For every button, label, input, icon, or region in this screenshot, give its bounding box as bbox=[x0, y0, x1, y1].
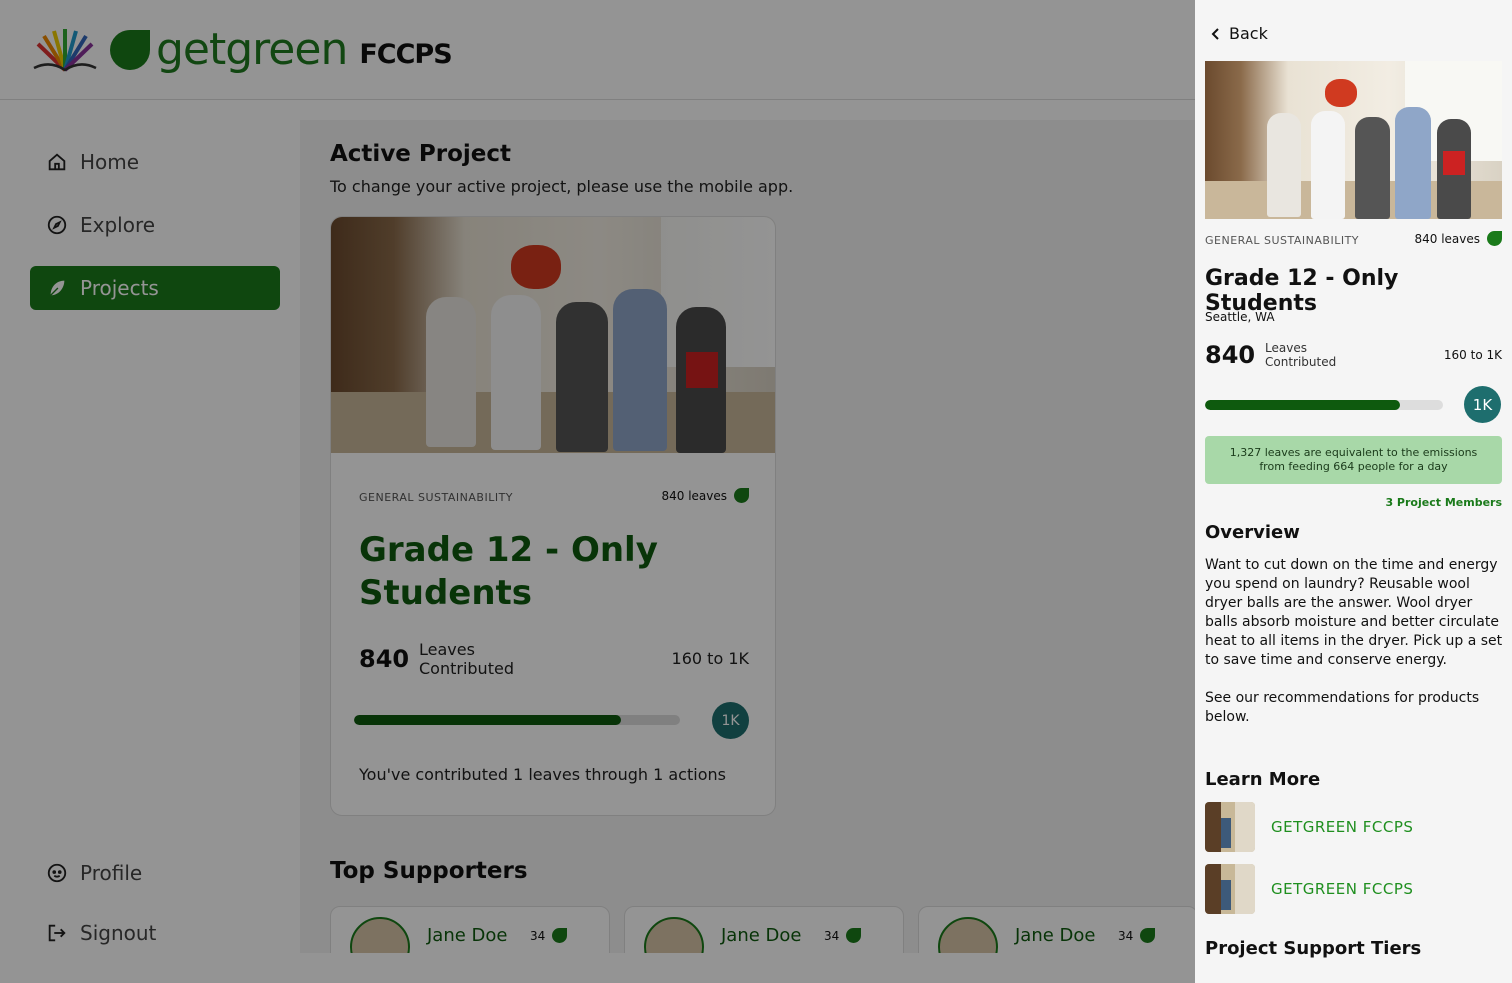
panel-location: Seattle, WA bbox=[1205, 310, 1275, 324]
learn-more-label: GETGREEN FCCPS bbox=[1271, 818, 1414, 836]
leaf-icon bbox=[1487, 231, 1502, 246]
overview-title: Overview bbox=[1205, 522, 1300, 543]
panel-leaves-label-line1: Leaves bbox=[1265, 341, 1307, 355]
equivalence-box: 1,327 leaves are equivalent to the emiss… bbox=[1205, 436, 1502, 484]
panel-leaves-count: 840 bbox=[1205, 341, 1256, 369]
project-detail-panel: Back GENERAL SUSTAINABILITY 840 leaves G… bbox=[1195, 0, 1512, 983]
learn-more-item[interactable]: GETGREEN FCCPS bbox=[1205, 864, 1505, 914]
back-label: Back bbox=[1229, 24, 1268, 43]
panel-title: Grade 12 - Only Students bbox=[1205, 266, 1399, 316]
learn-more-thumbnail bbox=[1205, 864, 1255, 914]
panel-progress-fill bbox=[1205, 400, 1401, 410]
back-button[interactable]: Back bbox=[1209, 24, 1268, 43]
learn-more-thumbnail bbox=[1205, 802, 1255, 852]
panel-category: GENERAL SUSTAINABILITY bbox=[1205, 234, 1360, 247]
panel-goal-badge: 1K bbox=[1464, 386, 1501, 423]
learn-more-label: GETGREEN FCCPS bbox=[1271, 880, 1414, 898]
panel-leaves: 840 leaves bbox=[1414, 231, 1502, 246]
overview-text: Want to cut down on the time and energy … bbox=[1205, 556, 1507, 727]
panel-leaves-label-line2: Contributed bbox=[1265, 355, 1337, 369]
learn-more-title: Learn More bbox=[1205, 769, 1321, 790]
overview-paragraph-2: See our recommendations for products bel… bbox=[1205, 690, 1480, 725]
support-tiers-title: Project Support Tiers bbox=[1205, 938, 1422, 959]
overview-paragraph-1: Want to cut down on the time and energy … bbox=[1205, 557, 1503, 668]
chevron-left-icon bbox=[1211, 27, 1219, 40]
panel-leaves-text: 840 leaves bbox=[1414, 231, 1480, 246]
panel-progress-bar bbox=[1205, 400, 1443, 410]
modal-backdrop[interactable] bbox=[0, 0, 1195, 983]
panel-leaves-count-label: Leaves Contributed bbox=[1265, 341, 1336, 369]
learn-more-item[interactable]: GETGREEN FCCPS bbox=[1205, 802, 1505, 852]
project-members-link[interactable]: 3 Project Members bbox=[1385, 496, 1502, 509]
panel-project-photo bbox=[1205, 61, 1502, 219]
panel-leaves-range: 160 to 1K bbox=[1443, 348, 1502, 362]
